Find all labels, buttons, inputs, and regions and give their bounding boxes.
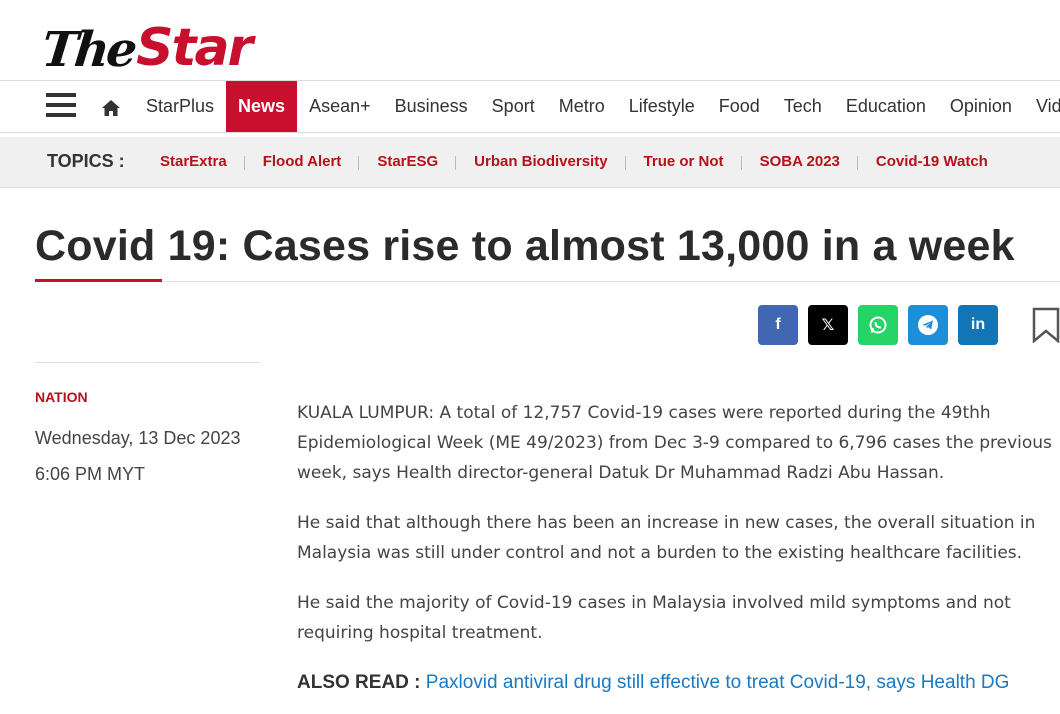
meta-divider	[35, 362, 260, 363]
topic-covid-19-watch[interactable]: Covid-19 Watch	[858, 137, 1006, 188]
bookmark-icon[interactable]	[1032, 307, 1060, 343]
nav-item-metro[interactable]: Metro	[547, 81, 617, 132]
x-icon: 𝕏	[821, 317, 835, 334]
also-read: ALSO READ : Paxlovid antiviral drug stil…	[297, 668, 1060, 698]
article-date: Wednesday, 13 Dec 2023	[35, 428, 241, 448]
nav-item-asean[interactable]: Asean+	[297, 81, 383, 132]
nav-item-tech[interactable]: Tech	[772, 81, 834, 132]
telegram-icon	[918, 315, 938, 335]
topic-staresg[interactable]: StarESG	[359, 137, 457, 188]
article-body: KUALA LUMPUR: A total of 12,757 Covid-19…	[297, 398, 1060, 698]
nav-item-videos[interactable]: Vid	[1024, 81, 1060, 132]
facebook-icon: f	[775, 316, 781, 333]
topic-soba-2023[interactable]: SOBA 2023	[742, 137, 859, 188]
the-star-logo[interactable]: The Star	[39, 6, 253, 78]
topic-flood-alert[interactable]: Flood Alert	[245, 137, 360, 188]
also-read-label: ALSO READ :	[297, 672, 421, 693]
logo-star-text: Star	[136, 18, 253, 78]
main-nav: StarPlus News Asean+ Business Sport Metr…	[0, 81, 1060, 133]
topic-starextra[interactable]: StarExtra	[142, 137, 245, 188]
article-headline: Covid 19: Cases rise to almost 13,000 in…	[35, 222, 1015, 270]
site-header: The Star	[0, 0, 1060, 81]
nav-item-opinion[interactable]: Opinion	[938, 81, 1024, 132]
hamburger-menu-icon[interactable]	[46, 93, 76, 117]
share-x-button[interactable]: 𝕏	[808, 305, 848, 345]
share-facebook-button[interactable]: f	[758, 305, 798, 345]
topic-urban-biodiversity[interactable]: Urban Biodiversity	[456, 137, 626, 188]
topic-true-or-not[interactable]: True or Not	[626, 137, 742, 188]
article-paragraph: KUALA LUMPUR: A total of 12,757 Covid-19…	[297, 403, 1052, 483]
article-paragraph: He said that although there has been an …	[297, 513, 1036, 563]
headline-accent-bar	[35, 279, 162, 282]
home-icon[interactable]	[101, 98, 121, 118]
share-whatsapp-button[interactable]	[858, 305, 898, 345]
topic-list: StarExtra Flood Alert StarESG Urban Biod…	[142, 137, 1006, 188]
article-paragraph: He said the majority of Covid-19 cases i…	[297, 593, 1011, 643]
whatsapp-icon	[869, 316, 887, 334]
article-time: 6:06 PM MYT	[35, 464, 146, 484]
article-category-link[interactable]: NATION	[35, 389, 88, 405]
linkedin-icon: in	[970, 316, 986, 333]
nav-item-lifestyle[interactable]: Lifestyle	[617, 81, 707, 132]
nav-items: StarPlus News Asean+ Business Sport Metr…	[134, 81, 1060, 132]
nav-item-news[interactable]: News	[226, 81, 298, 132]
nav-item-education[interactable]: Education	[834, 81, 938, 132]
nav-item-business[interactable]: Business	[383, 81, 480, 132]
logo-the-text: The	[39, 22, 138, 78]
topics-label: TOPICS :	[47, 151, 125, 171]
nav-item-food[interactable]: Food	[707, 81, 772, 132]
nav-item-sport[interactable]: Sport	[480, 81, 547, 132]
headline-divider	[35, 281, 1060, 282]
topics-bar: TOPICS : StarExtra Flood Alert StarESG U…	[0, 137, 1060, 188]
also-read-link[interactable]: Paxlovid antiviral drug still effective …	[426, 672, 1010, 693]
share-linkedin-button[interactable]: in	[958, 305, 998, 345]
share-telegram-button[interactable]	[908, 305, 948, 345]
nav-item-starplus[interactable]: StarPlus	[134, 81, 226, 132]
